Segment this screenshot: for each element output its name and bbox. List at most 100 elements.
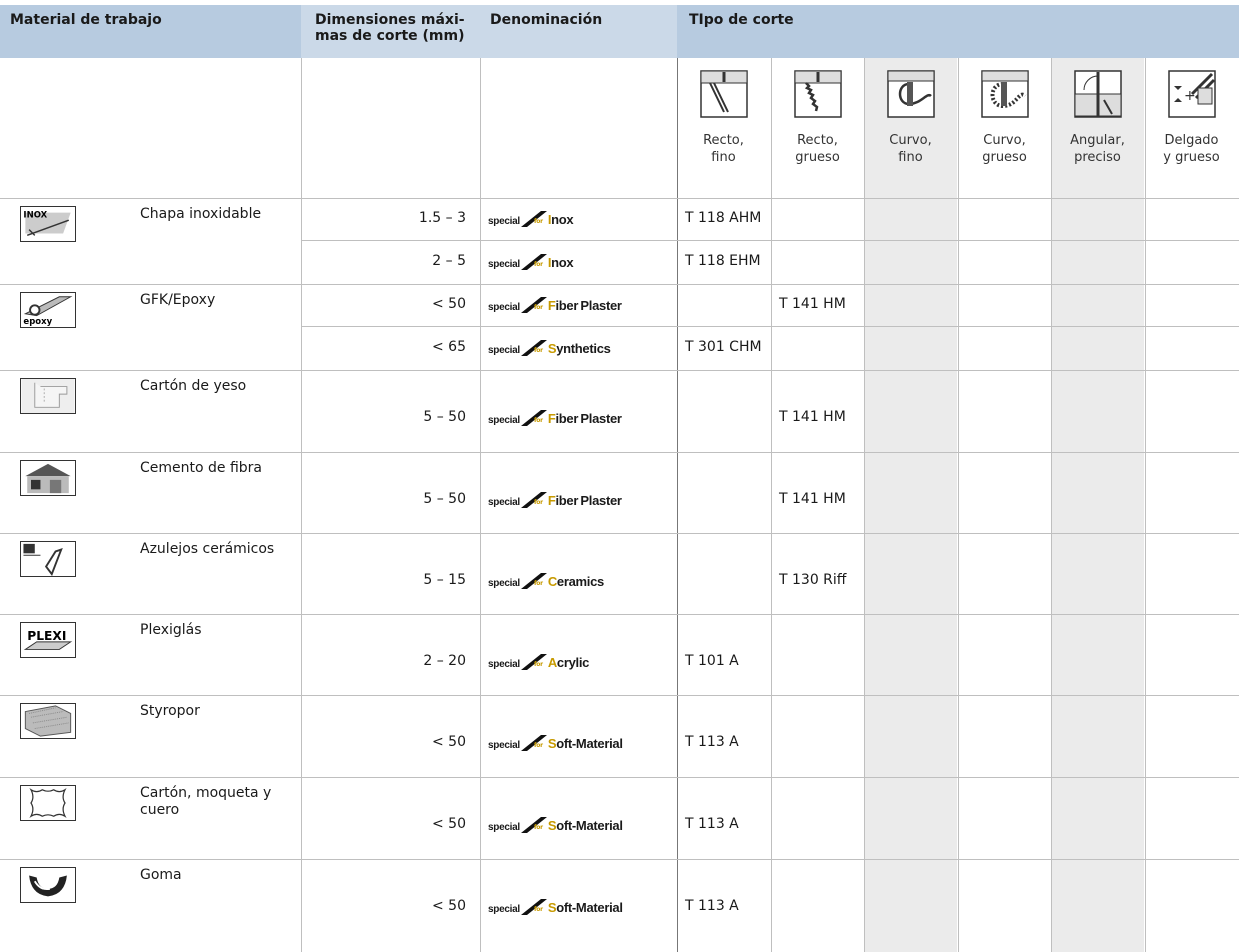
plasterboard-icon <box>20 378 76 414</box>
straight-fine-cut-icon <box>699 70 748 118</box>
logo-word: iber Plaster <box>555 298 622 313</box>
dimension-value: < 50 <box>432 816 466 832</box>
header-dimensions: Dimensiones máxi- mas de corte (mm) <box>301 5 480 58</box>
svg-text:for: for <box>534 742 543 749</box>
column-divider <box>480 58 481 952</box>
dimension-value: 2 – 20 <box>423 653 466 669</box>
dimension-value: 2 – 5 <box>432 253 466 269</box>
logo-prefix: special <box>488 659 520 670</box>
logo-word: ynthetics <box>556 341 611 356</box>
blade-code: T 113 A <box>685 898 739 914</box>
column-shade <box>864 58 957 952</box>
designation-logo: special for Soft-Material <box>488 899 623 915</box>
logo-initial: S <box>547 341 557 356</box>
logo-prefix: special <box>488 578 520 589</box>
blade-code: T 113 A <box>685 734 739 750</box>
dimension-value: < 50 <box>432 734 466 750</box>
dimension-value: 5 – 15 <box>423 572 466 588</box>
logo-word: crylic <box>556 655 590 670</box>
svg-text:for: for <box>534 580 543 587</box>
angular-precise-cut-icon <box>1073 70 1122 118</box>
logo-slash-icon: for <box>520 340 547 356</box>
logo-slash-icon: for <box>520 899 547 915</box>
curved-coarse-cut-icon <box>980 70 1029 118</box>
logo-prefix: special <box>488 740 520 751</box>
material-name: Chapa inoxidable <box>140 206 262 222</box>
header-designation: Denominación <box>480 5 677 58</box>
logo-word: eramics <box>556 574 604 589</box>
logo-slash-icon: for <box>520 410 547 426</box>
designation-logo: special for Inox <box>488 211 574 227</box>
material-name: Cartón, moqueta y cuero <box>140 785 272 818</box>
dimension-value: < 50 <box>432 898 466 914</box>
dimension-value: 5 – 50 <box>423 491 466 507</box>
blade-code: T 301 CHM <box>685 339 762 355</box>
plexi-icon: PLEXI <box>20 622 76 658</box>
logo-slash-icon: for <box>520 735 547 751</box>
svg-text:+: + <box>1184 88 1196 104</box>
curved-fine-cut-icon <box>886 70 935 118</box>
cut-type-label: Recto, grueso <box>795 133 840 165</box>
designation-logo: special for Soft-Material <box>488 817 623 833</box>
svg-text:epoxy: epoxy <box>23 317 52 327</box>
material-name: Cartón de yeso <box>140 378 247 394</box>
logo-prefix: special <box>488 822 520 833</box>
svg-text:for: for <box>534 499 543 506</box>
column-divider <box>771 58 772 952</box>
logo-initial: S <box>547 818 557 833</box>
logo-word: oft-Material <box>556 818 623 833</box>
logo-word: nox <box>551 255 574 270</box>
logo-prefix: special <box>488 302 520 313</box>
logo-initial: A <box>547 655 557 670</box>
logo-slash-icon: for <box>520 297 547 313</box>
material-name: Styropor <box>140 703 200 719</box>
designation-logo: special for Fiber Plaster <box>488 297 622 313</box>
column-divider <box>1051 58 1052 952</box>
svg-text:for: for <box>534 347 543 354</box>
svg-text:for: for <box>534 417 543 424</box>
thin-thick-cut-icon: + <box>1167 70 1216 118</box>
material-name: Cemento de fibra <box>140 460 263 476</box>
logo-prefix: special <box>488 497 520 508</box>
sub-row-divider <box>301 240 1239 241</box>
svg-text:for: for <box>534 824 543 831</box>
cut-type-label: Curvo, fino <box>889 133 932 165</box>
material-name: GFK/Epoxy <box>140 292 216 308</box>
blade-code: T 141 HM <box>779 296 846 312</box>
logo-prefix: special <box>488 259 520 270</box>
logo-initial: C <box>547 574 557 589</box>
leather-hide-icon <box>20 785 76 821</box>
designation-logo: special for Fiber Plaster <box>488 492 622 508</box>
epoxy-icon: epoxy <box>20 292 76 328</box>
dimension-value: 1.5 – 3 <box>418 210 466 226</box>
cut-type-label: Delgado y grueso <box>1163 133 1220 165</box>
blade-code: T 118 AHM <box>685 210 762 226</box>
blade-code: T 130 Riff <box>779 572 847 588</box>
header-dimensions-text: Dimensiones máxi- mas de corte (mm) <box>315 12 465 44</box>
column-divider <box>677 58 678 952</box>
svg-text:for: for <box>534 261 543 268</box>
ceramic-tile-icon <box>20 541 76 577</box>
logo-initial: S <box>547 900 557 915</box>
blade-code: T 113 A <box>685 816 739 832</box>
designation-logo: special for Acrylic <box>488 654 589 670</box>
logo-initial: S <box>547 736 557 751</box>
svg-text:for: for <box>534 304 543 311</box>
svg-text:INOX: INOX <box>23 210 47 220</box>
header-material: Material de trabajo <box>0 5 301 58</box>
designation-logo: special for Synthetics <box>488 340 611 356</box>
svg-text:for: for <box>534 661 543 668</box>
logo-slash-icon: for <box>520 211 547 227</box>
cut-type-label: Curvo, grueso <box>982 133 1027 165</box>
logo-word: iber Plaster <box>555 411 622 426</box>
logo-word: nox <box>551 212 574 227</box>
logo-slash-icon: for <box>520 492 547 508</box>
designation-logo: special for Ceramics <box>488 573 604 589</box>
fiber-cement-house-icon <box>20 460 76 496</box>
logo-prefix: special <box>488 345 520 356</box>
designation-logo: special for Inox <box>488 254 574 270</box>
column-divider <box>1145 58 1146 952</box>
logo-word: oft-Material <box>556 900 623 915</box>
sub-row-divider <box>301 326 1239 327</box>
straight-coarse-cut-icon <box>793 70 842 118</box>
